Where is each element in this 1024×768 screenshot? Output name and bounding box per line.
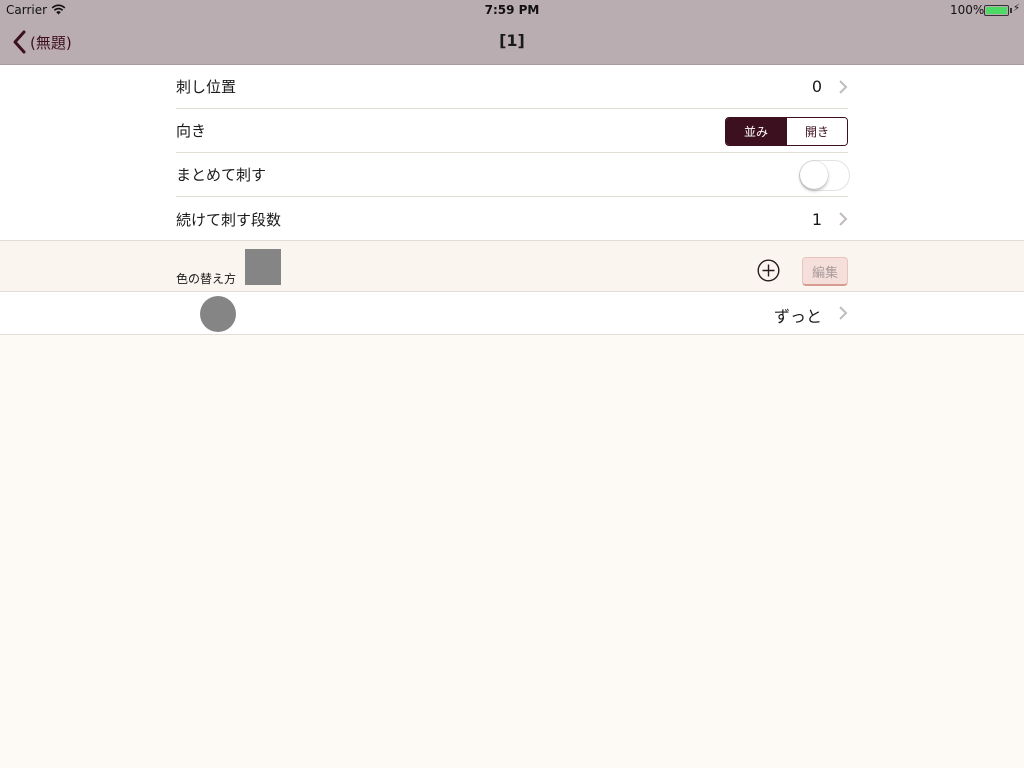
direction-option-open[interactable]: 開き xyxy=(786,118,847,145)
color-change-row[interactable]: ずっと xyxy=(0,292,1024,335)
consecutive-rows-value: 1 xyxy=(811,209,822,229)
color-swatch[interactable] xyxy=(245,249,281,285)
batch-stitch-row: まとめて刺す xyxy=(176,153,850,197)
direction-segmented-control[interactable]: 並み 開き xyxy=(725,117,848,146)
stitch-position-row[interactable]: 刺し位置 0 xyxy=(176,65,848,109)
status-bar: Carrier 7:59 PM 100% ⚡ xyxy=(0,0,1024,20)
battery-percentage: 100% xyxy=(950,3,985,17)
color-change-label: 色の替え方 xyxy=(176,272,237,286)
settings-section: 刺し位置 0 向き 並み 開き まとめて刺す 続けて刺す段数 1 xyxy=(0,65,1024,241)
battery-nub xyxy=(1010,8,1012,13)
plus-circle-icon[interactable] xyxy=(757,259,780,282)
battery-icon xyxy=(984,5,1009,16)
navigation-bar: Carrier 7:59 PM 100% ⚡ (無題) [1] xyxy=(0,0,1024,65)
color-change-header: 色の替え方 編集 xyxy=(0,241,1024,292)
direction-label: 向き xyxy=(176,122,207,140)
chevron-right-icon xyxy=(839,79,848,94)
consecutive-rows-row[interactable]: 続けて刺す段数 1 xyxy=(176,197,848,241)
color-dot xyxy=(200,296,236,332)
status-time: 7:59 PM xyxy=(484,3,540,17)
edit-button[interactable]: 編集 xyxy=(802,257,848,286)
direction-row: 向き 並み 開き xyxy=(176,109,848,153)
bolt-icon: ⚡ xyxy=(1013,3,1021,14)
chevron-right-icon xyxy=(839,212,848,226)
batch-stitch-label: まとめて刺す xyxy=(176,166,267,184)
toggle-knob xyxy=(800,161,828,189)
stitch-position-value: 0 xyxy=(811,77,822,96)
color-change-value: ずっと xyxy=(773,307,822,326)
direction-option-regular[interactable]: 並み xyxy=(726,118,786,145)
page-title: [1] xyxy=(499,31,525,50)
chevron-right-icon xyxy=(839,306,848,320)
consecutive-rows-label: 続けて刺す段数 xyxy=(176,210,282,229)
batch-stitch-toggle[interactable] xyxy=(799,160,850,191)
stitch-position-label: 刺し位置 xyxy=(176,78,237,96)
